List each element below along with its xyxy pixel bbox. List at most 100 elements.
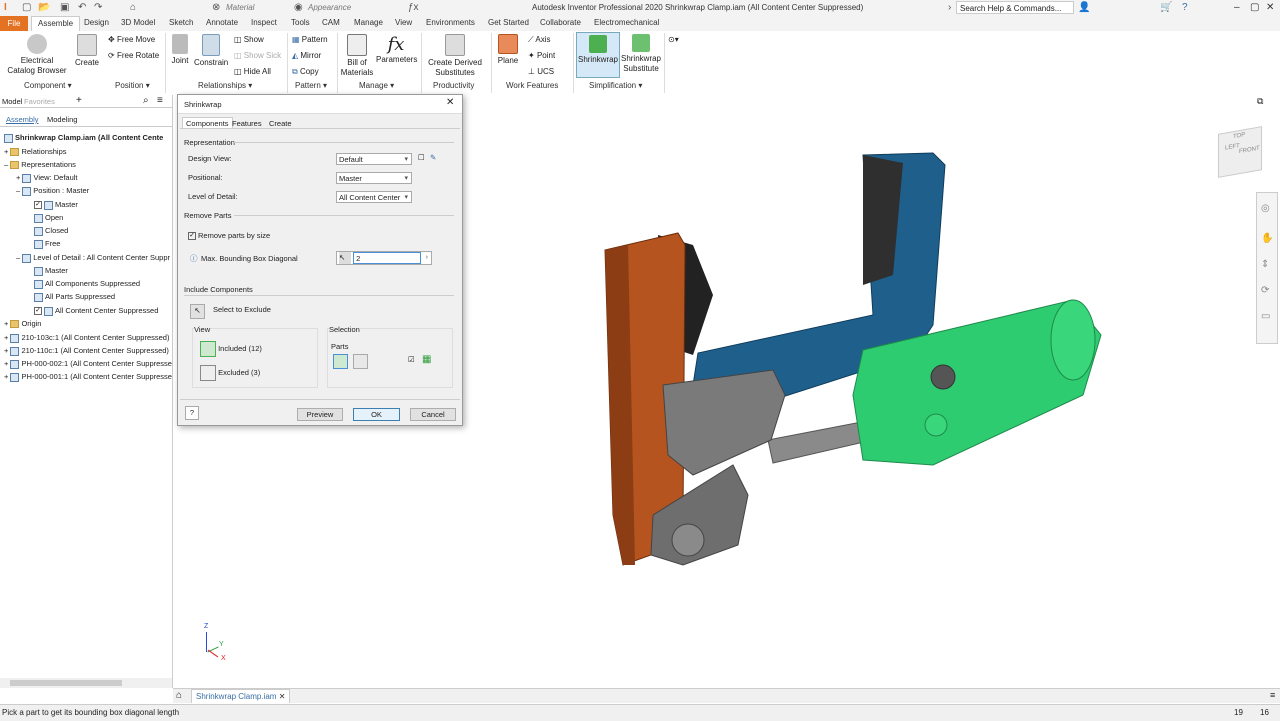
tab-manage[interactable]: Manage bbox=[354, 18, 383, 27]
subtab-assembly[interactable]: Assembly bbox=[6, 115, 39, 124]
create-button[interactable]: Create bbox=[74, 34, 100, 67]
parameters-button[interactable]: fx Parameters bbox=[376, 34, 417, 64]
appearance-field[interactable]: Appearance bbox=[308, 3, 351, 12]
maximize-viewport-icon[interactable]: ⧉ bbox=[1257, 96, 1263, 107]
viewcube-front[interactable]: FRONT bbox=[1239, 146, 1260, 156]
lod-select[interactable]: All Content Center ▾ bbox=[336, 191, 412, 203]
scrollbar-thumb[interactable] bbox=[10, 680, 122, 686]
user-icon[interactable]: 👤 bbox=[1078, 2, 1090, 13]
shrinkwrap-substitute-button[interactable]: Shrinkwrap Substitute bbox=[620, 34, 662, 74]
gray-link-upper[interactable] bbox=[662, 369, 786, 476]
tab-collaborate[interactable]: Collaborate bbox=[540, 18, 581, 27]
tab-tools[interactable]: Tools bbox=[291, 18, 310, 27]
ok-button[interactable]: OK bbox=[353, 408, 400, 421]
home-icon[interactable]: ⌂ bbox=[176, 690, 182, 701]
point-button[interactable]: ✦ Point bbox=[528, 51, 555, 60]
grid-icon[interactable]: ▦ bbox=[422, 354, 431, 365]
positional-select[interactable]: Master ▾ bbox=[336, 172, 412, 184]
browser-tab-favorites[interactable]: Favorites bbox=[24, 97, 55, 106]
maximize-button[interactable]: ▢ bbox=[1250, 2, 1259, 13]
dialog-tab-create[interactable]: Create bbox=[269, 119, 292, 128]
tree-position-item[interactable]: ✓ Master bbox=[34, 200, 78, 210]
search-input[interactable]: Search Help & Commands... bbox=[956, 1, 1074, 14]
tree-component[interactable]: + PH-000-002:1 (All Content Center Suppr… bbox=[4, 359, 172, 369]
constrain-button[interactable]: Constrain bbox=[194, 34, 228, 67]
tab-assemble[interactable]: Assemble bbox=[31, 16, 81, 31]
tab-inspect[interactable]: Inspect bbox=[251, 18, 277, 27]
save-icon[interactable]: ▣ bbox=[60, 2, 69, 13]
panel-simplification[interactable]: Simplification ▾ bbox=[589, 81, 642, 90]
parts-select-icon[interactable] bbox=[333, 354, 348, 369]
tab-get-started[interactable]: Get Started bbox=[488, 18, 529, 27]
bbox-value[interactable]: 2 bbox=[353, 252, 422, 264]
dialog-tab-features[interactable]: Features bbox=[232, 119, 262, 128]
dialog-close-icon[interactable]: ✕ bbox=[446, 97, 454, 108]
preview-button[interactable]: Preview bbox=[297, 408, 343, 421]
tab-cam[interactable]: CAM bbox=[322, 18, 340, 27]
mirror-button[interactable]: ◭ Mirror bbox=[292, 51, 321, 60]
viewcube[interactable]: LEFT FRONT TOP bbox=[1218, 126, 1262, 178]
ucs-button[interactable]: ⊥ UCS bbox=[528, 67, 554, 76]
viewcube-left[interactable]: LEFT bbox=[1225, 143, 1240, 152]
close-button[interactable]: ✕ bbox=[1266, 2, 1274, 13]
pattern-button[interactable]: ▦ Pattern bbox=[292, 35, 328, 44]
show-button[interactable]: ◫ Show bbox=[234, 35, 264, 44]
tab-menu-icon[interactable]: ≡ bbox=[1270, 690, 1275, 700]
tree-level-of-detail[interactable]: – Level of Detail : All Content Center S… bbox=[16, 253, 170, 263]
material-icon[interactable]: ⊗ bbox=[212, 2, 220, 13]
look-at-icon[interactable]: ▭ bbox=[1261, 311, 1270, 322]
doc-tab-active[interactable]: Shrinkwrap Clamp.iam ✕ bbox=[191, 689, 291, 703]
zoom-icon[interactable]: ⇕ bbox=[1261, 259, 1269, 270]
design-view-select[interactable]: Default ▾ bbox=[336, 153, 412, 165]
tab-design[interactable]: Design bbox=[84, 18, 109, 27]
axis-button[interactable]: ⟋ Axis bbox=[528, 35, 551, 45]
select-all-checkbox[interactable]: ☑ bbox=[408, 355, 415, 364]
tab-3d-model[interactable]: 3D Model bbox=[121, 18, 155, 27]
pan-icon[interactable]: ✋ bbox=[1261, 233, 1273, 244]
tab-electromechanical[interactable]: Electromechanical bbox=[594, 18, 659, 27]
tab-view[interactable]: View bbox=[395, 18, 412, 27]
pin-icon[interactable]: ✎ bbox=[430, 153, 436, 162]
show-sick-button[interactable]: ◫ Show Sick bbox=[234, 51, 281, 60]
tree-lod-item[interactable]: All Components Suppressed bbox=[34, 279, 140, 289]
plane-button[interactable]: Plane bbox=[495, 34, 521, 65]
panel-position[interactable]: Position ▾ bbox=[115, 81, 150, 90]
undo-icon[interactable]: ↶ bbox=[78, 2, 86, 13]
home-icon[interactable]: ⌂ bbox=[130, 2, 136, 13]
remove-by-size-checkbox[interactable]: ✓ Remove parts by size bbox=[188, 231, 270, 241]
browser-scrollbar[interactable] bbox=[0, 678, 172, 688]
viewcube-top[interactable]: TOP bbox=[1233, 132, 1245, 140]
add-browser-icon[interactable]: + bbox=[76, 95, 82, 106]
free-move-button[interactable]: ✥ Free Move bbox=[108, 35, 155, 44]
tree-component[interactable]: + 210-103c:1 (All Content Center Suppres… bbox=[4, 333, 169, 343]
ribbon-options-icon[interactable]: ⊙▾ bbox=[668, 35, 679, 44]
tab-file[interactable]: File bbox=[0, 16, 28, 31]
associative-checkbox[interactable]: ☐ bbox=[418, 153, 425, 162]
select-cursor-icon[interactable]: ↖ bbox=[339, 252, 351, 264]
cancel-button[interactable]: Cancel bbox=[410, 408, 456, 421]
tree-position-master[interactable]: – Position : Master bbox=[16, 186, 89, 196]
browser-tab-model[interactable]: Model bbox=[2, 97, 22, 106]
free-rotate-button[interactable]: ⟳ Free Rotate bbox=[108, 51, 159, 60]
included-toggle[interactable]: Included (12) bbox=[200, 341, 262, 357]
appearance-icon[interactable]: ◉ bbox=[294, 2, 303, 13]
tab-environments[interactable]: Environments bbox=[426, 18, 475, 27]
tree-lod-item[interactable]: All Parts Suppressed bbox=[34, 292, 115, 302]
tree-component[interactable]: + 210-110c:1 (All Content Center Suppres… bbox=[4, 346, 169, 356]
tree-origin[interactable]: + Origin bbox=[4, 319, 41, 329]
subtab-modeling[interactable]: Modeling bbox=[47, 115, 77, 124]
menu-icon[interactable]: ≡ bbox=[157, 95, 163, 106]
hide-all-button[interactable]: ◫ Hide All bbox=[234, 67, 271, 76]
help-icon[interactable]: ? bbox=[1182, 2, 1188, 13]
bbox-input[interactable]: ↖ 2 › bbox=[336, 251, 432, 265]
electrical-catalog-button[interactable]: Electrical Catalog Browser bbox=[6, 34, 68, 76]
tab-sketch[interactable]: Sketch bbox=[169, 18, 193, 27]
bom-button[interactable]: Bill of Materials bbox=[340, 34, 374, 78]
joint-button[interactable]: Joint bbox=[168, 34, 192, 65]
search-icon[interactable]: ⌕ bbox=[143, 95, 149, 106]
tree-position-item[interactable]: Open bbox=[34, 213, 63, 223]
panel-component[interactable]: Component ▾ bbox=[24, 81, 72, 90]
dialog-titlebar[interactable]: Shrinkwrap ✕ bbox=[178, 95, 462, 114]
tree-view-default[interactable]: + View: Default bbox=[16, 173, 78, 183]
tree-root[interactable]: Shrinkwrap Clamp.iam (All Content Cente bbox=[4, 133, 163, 143]
